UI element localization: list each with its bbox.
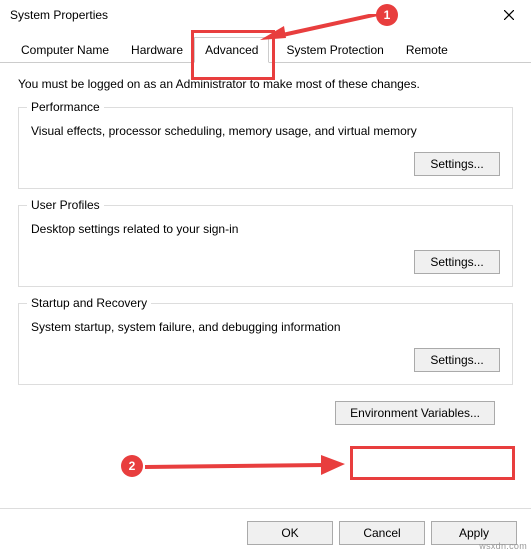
group-performance-title: Performance bbox=[27, 100, 104, 114]
tab-computer-name[interactable]: Computer Name bbox=[10, 37, 120, 63]
group-startup-recovery: Startup and Recovery System startup, sys… bbox=[18, 303, 513, 385]
callout-badge-2: 2 bbox=[121, 455, 143, 477]
watermark: wsxdn.com bbox=[479, 541, 527, 551]
performance-settings-button[interactable]: Settings... bbox=[414, 152, 500, 176]
tab-content: You must be logged on as an Administrato… bbox=[0, 63, 531, 443]
admin-note: You must be logged on as an Administrato… bbox=[18, 77, 513, 91]
dialog-button-row: OK Cancel Apply bbox=[247, 521, 517, 545]
environment-variables-button[interactable]: Environment Variables... bbox=[335, 401, 495, 425]
cancel-button[interactable]: Cancel bbox=[339, 521, 425, 545]
callout-badge-1: 1 bbox=[376, 4, 398, 26]
close-icon bbox=[504, 10, 514, 20]
group-startup-recovery-title: Startup and Recovery bbox=[27, 296, 151, 310]
tab-advanced[interactable]: Advanced bbox=[194, 37, 269, 63]
group-performance-desc: Visual effects, processor scheduling, me… bbox=[31, 124, 500, 138]
group-user-profiles-title: User Profiles bbox=[27, 198, 104, 212]
user-profiles-settings-button[interactable]: Settings... bbox=[414, 250, 500, 274]
arrow-2 bbox=[145, 455, 345, 479]
bottom-separator bbox=[0, 508, 531, 509]
tab-hardware[interactable]: Hardware bbox=[120, 37, 194, 63]
group-user-profiles: User Profiles Desktop settings related t… bbox=[18, 205, 513, 287]
tab-system-protection[interactable]: System Protection bbox=[275, 37, 394, 63]
close-button[interactable] bbox=[486, 0, 531, 30]
window-title: System Properties bbox=[10, 8, 108, 22]
tab-bar: Computer Name Hardware Advanced System P… bbox=[0, 36, 531, 63]
titlebar: System Properties bbox=[0, 0, 531, 30]
group-performance: Performance Visual effects, processor sc… bbox=[18, 107, 513, 189]
group-startup-recovery-desc: System startup, system failure, and debu… bbox=[31, 320, 500, 334]
startup-recovery-settings-button[interactable]: Settings... bbox=[414, 348, 500, 372]
ok-button[interactable]: OK bbox=[247, 521, 333, 545]
highlight-env-vars bbox=[350, 446, 515, 480]
tab-remote[interactable]: Remote bbox=[395, 37, 459, 63]
group-user-profiles-desc: Desktop settings related to your sign-in bbox=[31, 222, 500, 236]
